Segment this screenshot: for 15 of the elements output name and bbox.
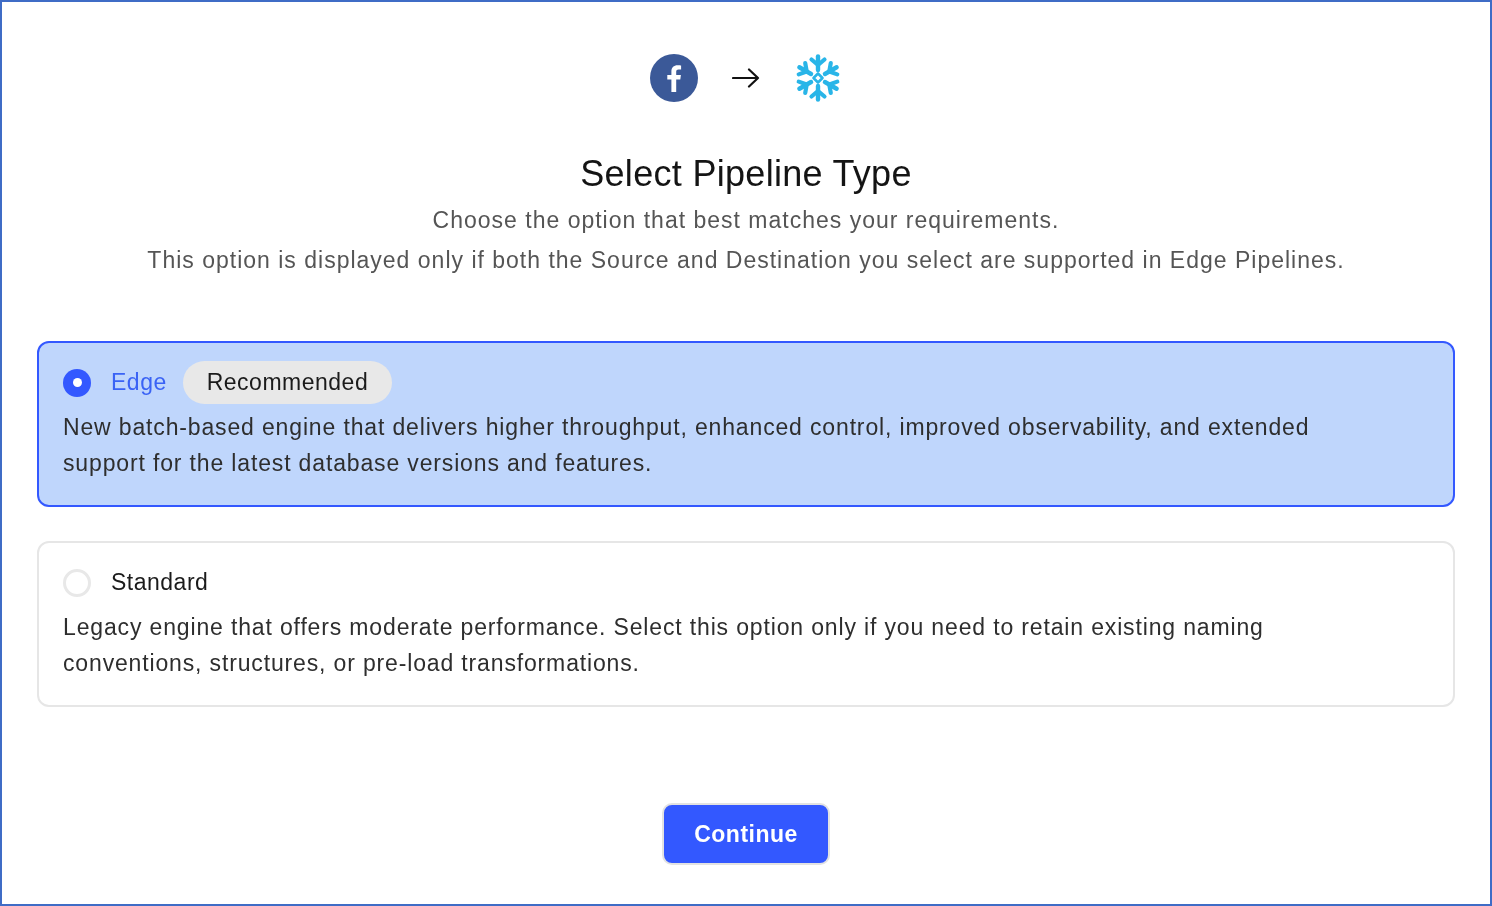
radio-button[interactable] <box>63 368 91 397</box>
option-description: Legacy engine that offers moderate performance. Select this option only if you need to retain existing naming conventions, structures, or pre-load transformations. <box>63 613 1265 678</box>
option-label: Standard <box>111 569 209 596</box>
circle-f-logo-icon <box>650 54 698 102</box>
snowflake-icon <box>794 54 842 102</box>
subtitle-text: This option is displayed only if both the Source and Destination you select are supported in Edge Pipelines. <box>147 246 1345 275</box>
arrow-right-icon <box>732 68 760 88</box>
option-card[interactable]: Standard Legacy engine that offers moderate performance. Select this option only if you need to retain existing naming conventions, structures, or pre-load transformations. <box>37 541 1455 707</box>
subtitle-text: Choose the option that best matches your requirements. <box>432 206 1060 235</box>
option-description: New batch-based engine that delivers higher throughput, enhanced control, improved observability, and extended support for the latest database versions and features. <box>63 413 1311 478</box>
recommended-badge: Recommended <box>182 361 393 404</box>
page-title: Select Pipeline Type <box>580 152 912 196</box>
option-card[interactable]: Edge Recommended New batch-based engine that delivers higher throughput, enhanced control, improved observability, and extended support for the latest database versions and features. <box>37 341 1455 507</box>
continue-button[interactable]: Continue <box>662 803 830 865</box>
option-label: Edge <box>111 369 167 396</box>
